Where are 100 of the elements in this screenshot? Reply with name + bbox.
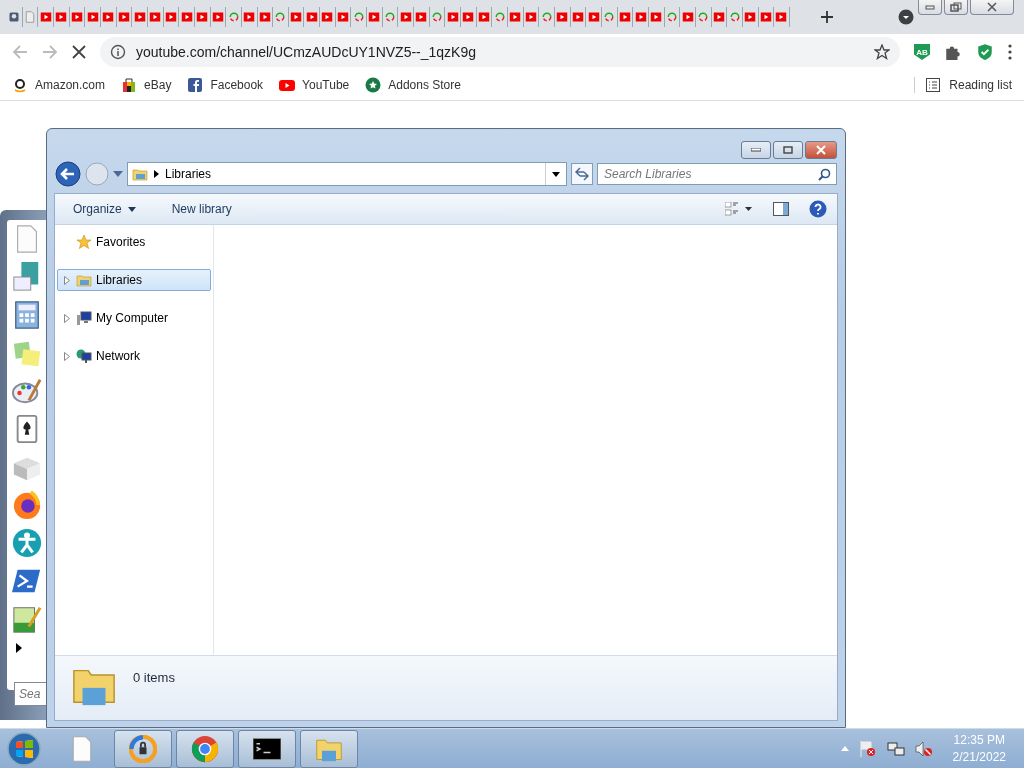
bookmark[interactable]: Facebook [187,77,264,93]
bookmark[interactable]: YouTube [279,77,350,93]
maximize-icon [783,146,793,154]
maximize-button[interactable] [773,141,803,159]
library-icon [76,272,92,288]
help-icon[interactable] [809,200,827,218]
loading-icon [493,11,506,23]
video-icon [587,11,600,23]
video-icon [478,11,490,23]
taskbar-button[interactable] [238,729,296,768]
start-button[interactable] [6,730,42,767]
nav-item[interactable]: Favorites [57,231,211,253]
bookmark[interactable]: Addons Store [365,77,461,93]
shopping-bag-icon [121,77,138,93]
restore-icon [950,2,962,12]
extension-button[interactable] [976,43,994,61]
stop-icon[interactable] [72,45,86,59]
minimize-icon [751,148,761,152]
nav-item[interactable]: Network [57,345,211,367]
nav-item[interactable]: Libraries [57,269,211,291]
app-icon [8,11,21,23]
shield-icon [976,43,994,61]
nav-item[interactable]: My Computer [57,307,211,329]
video-icon [180,11,193,23]
adblock-button[interactable]: AB [914,44,930,60]
video-icon [462,11,475,23]
back-button[interactable] [55,161,81,187]
search-icon [818,168,831,181]
lock-icon [129,734,157,763]
video-icon [571,11,584,23]
video-icon [446,11,459,23]
search-field[interactable]: Search Libraries [597,163,837,185]
facebook-icon [187,77,204,93]
calculator-icon[interactable] [12,300,42,330]
chrome-icon [191,734,219,763]
loading-icon [227,11,240,23]
play-icon [279,77,296,93]
video-icon [243,11,256,23]
recent-pages-icon[interactable] [113,171,123,177]
notepad-icon[interactable] [12,604,42,634]
flag-icon[interactable] [858,739,877,758]
close-button[interactable] [970,0,1014,15]
video-icon [712,11,725,23]
toolbar-button[interactable]: Organize [65,199,144,219]
computer-icon [76,310,92,326]
video-icon [321,11,334,23]
view-options-icon[interactable] [725,202,753,216]
toolbar-button[interactable]: New library [163,199,240,219]
firefox-icon[interactable] [12,490,42,520]
taskbar-button[interactable] [114,729,172,768]
refresh-icon [575,167,589,181]
video-icon [290,11,303,23]
loading-icon [697,11,710,23]
video-icon [39,11,52,23]
video-icon [744,11,757,23]
bookmark[interactable]: eBay [121,77,172,93]
close-icon [816,145,826,155]
video-icon [258,11,271,23]
video-icon [681,11,694,23]
loading-icon [603,11,616,23]
video-icon [556,11,569,23]
video-icon [117,11,130,23]
refresh-button[interactable] [571,163,593,185]
network-icon[interactable] [886,739,905,758]
minimize-button[interactable] [741,141,771,159]
expand-arrow-icon[interactable] [14,642,24,654]
loading-icon [540,11,553,23]
tab-search-icon[interactable] [898,9,914,25]
loading-icon [274,11,287,23]
close-button[interactable] [805,141,837,159]
video-icon [196,11,209,23]
loading-icon [728,11,741,23]
star-icon [76,234,92,250]
video-icon [525,11,537,23]
address-bar[interactable]: youtube.com/channel/UCmzAUDcUY1NVZ5--_1qzK9g [100,37,900,67]
dropdown-icon[interactable] [552,171,560,177]
video-icon [133,11,146,23]
accessibility-icon[interactable] [12,528,42,558]
preview-pane-icon[interactable] [773,202,789,216]
reading-list-button[interactable]: Reading list [914,77,1012,93]
amazon-icon [12,77,28,93]
info-icon [110,44,126,60]
volume-icon[interactable] [914,739,933,758]
bookmark[interactable]: Amazon.com [12,77,106,93]
bookmark-star-icon[interactable] [874,44,890,60]
video-icon [399,11,412,23]
library-icon [132,166,148,182]
loading-icon [352,11,365,23]
palette-icon[interactable] [12,376,42,406]
url-text: youtube.com/channel/UCmzAUDcUY1NVZ5--_1qzK9g [136,44,477,60]
video-icon [415,11,428,23]
new-tab-icon[interactable] [820,10,834,24]
loading-icon [384,11,397,23]
menu-icon[interactable] [1008,44,1012,60]
addons-icon [365,77,382,93]
video-icon [305,11,318,23]
video-icon [634,11,647,23]
restore-button[interactable] [944,0,968,15]
loading-icon [431,11,444,23]
address-bar[interactable]: Libraries [127,162,567,186]
